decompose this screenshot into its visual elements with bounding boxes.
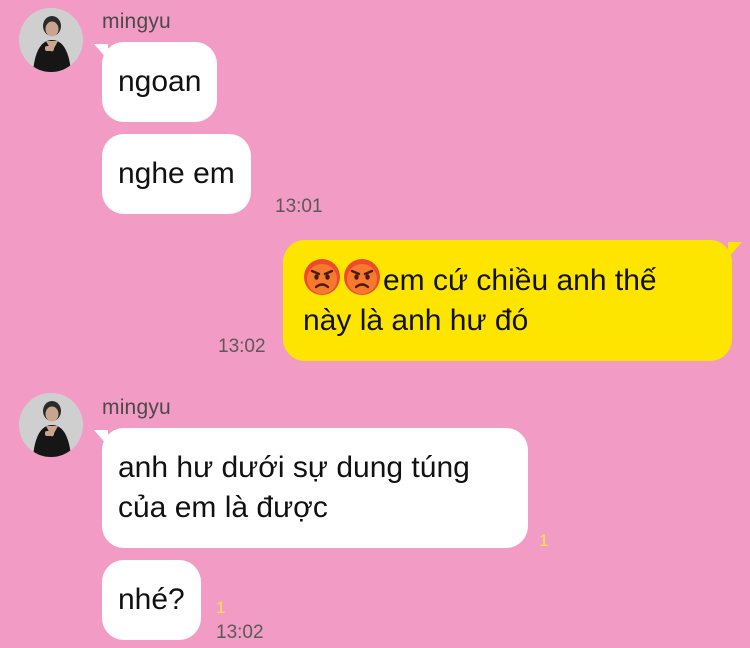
pouting-face-emoji bbox=[343, 258, 381, 296]
message-bubble-incoming[interactable]: nghe em bbox=[102, 134, 251, 214]
unread-count: 1 bbox=[216, 598, 226, 617]
sender-name: mingyu bbox=[102, 10, 171, 33]
bubble-tail bbox=[728, 242, 742, 258]
avatar-mingyu[interactable] bbox=[19, 393, 83, 457]
message-timestamp: 13:01 bbox=[275, 196, 323, 217]
unread-count: 1 bbox=[539, 531, 549, 550]
sender-name: mingyu bbox=[102, 396, 171, 419]
message-timestamp: 13:02 bbox=[216, 622, 264, 643]
message-timestamp: 13:02 bbox=[218, 336, 266, 357]
avatar-mingyu[interactable] bbox=[19, 8, 83, 72]
message-bubble-outgoing[interactable]: em cứ chiều anh thế này là anh hư đó bbox=[283, 240, 732, 361]
profile-photo-icon bbox=[19, 393, 83, 457]
profile-photo-icon bbox=[19, 8, 83, 72]
pouting-face-emoji bbox=[303, 258, 341, 296]
message-bubble-incoming[interactable]: ngoan bbox=[102, 42, 218, 122]
message-bubble-incoming[interactable]: nhé? bbox=[102, 560, 201, 640]
message-bubble-incoming[interactable]: anh hư dưới sự dung túng của em là được bbox=[102, 428, 528, 548]
